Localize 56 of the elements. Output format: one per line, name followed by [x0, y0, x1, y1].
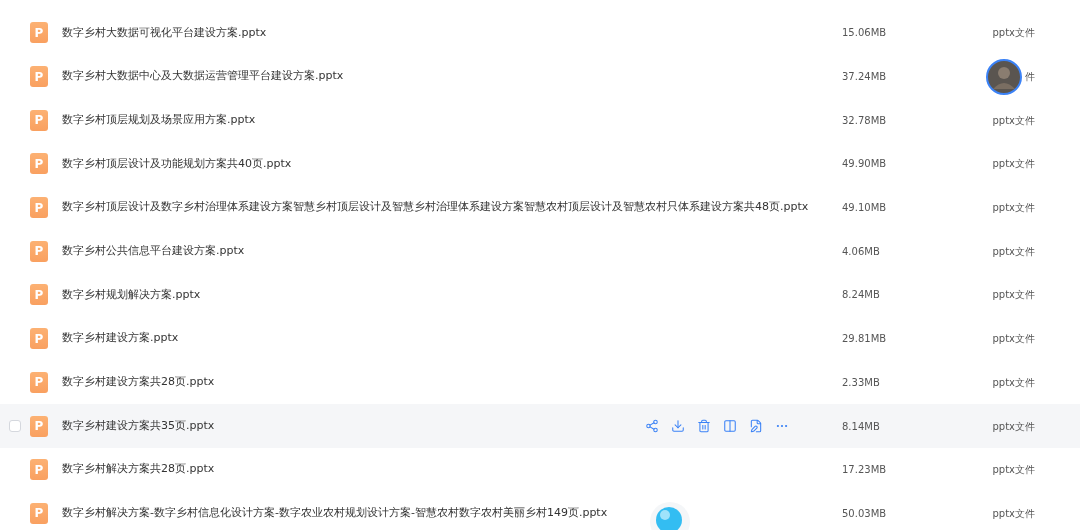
file-row-highlight[interactable]: P 数字乡村建设方案共35页.pptx 8.14MB pptx文件 [0, 404, 1080, 448]
file-name[interactable]: 数字乡村解决方案共28页.pptx [62, 461, 215, 478]
file-name[interactable]: 数字乡村顶层设计及功能规划方案共40页.pptx [62, 155, 292, 173]
file-type: pptx文件 [992, 201, 1035, 216]
file-type: pptx文件 [992, 26, 1035, 41]
pptx-file-icon: P [30, 66, 48, 88]
pptx-file-icon: P [30, 197, 48, 219]
file-name[interactable]: 数字乡村大数据中心及大数据运营管理平台建设方案.pptx [62, 68, 344, 85]
file-size: 15.06MB [842, 26, 887, 41]
pptx-file-icon: P [30, 502, 48, 524]
pptx-file-icon: P [30, 153, 48, 175]
file-size: 29.81MB [842, 332, 887, 347]
file-edit-icon[interactable] [749, 419, 763, 434]
pptx-file-icon: P [30, 328, 48, 350]
pptx-file-icon: P [30, 109, 48, 131]
file-size: 49.10MB [842, 201, 887, 216]
file-name[interactable]: 数字乡村建设方案.pptx [62, 330, 179, 347]
file-size: 37.24MB [842, 70, 887, 85]
pptx-file-icon: P [30, 22, 48, 44]
download-icon[interactable] [671, 419, 685, 434]
pptx-file-icon: P [30, 371, 48, 393]
file-size: 32.78MB [842, 113, 887, 128]
file-name[interactable]: 数字乡村顶层规划及场景应用方案.pptx [62, 111, 256, 129]
file-size: 49.90MB [842, 157, 887, 172]
file-type: pptx文件 [992, 288, 1035, 303]
pptx-file-icon: P [30, 284, 48, 306]
file-name[interactable]: 数字乡村解决方案-数字乡村信息化设计方案-数字农业农村规划设计方案-智慧农村数字农村美丽乡村149页.pptx [62, 505, 608, 522]
avatar[interactable] [986, 58, 1022, 95]
share-icon[interactable] [645, 419, 659, 434]
file-type: pptx文件 [992, 157, 1035, 172]
pptx-file-icon: P [30, 240, 48, 262]
file-name[interactable]: 数字乡村建设方案共35页.pptx [62, 417, 215, 435]
file-type: pptx文件 [992, 113, 1035, 128]
file-type: pptx文件 [992, 332, 1035, 347]
file-size: 50.03MB [842, 506, 887, 521]
file-size: 17.23MB [842, 463, 887, 478]
pptx-file-icon: P [30, 415, 48, 437]
file-type: pptx文件 [992, 419, 1035, 434]
file-size: 4.06MB [842, 244, 880, 259]
file-type: pptx文件 [992, 244, 1035, 259]
file-type: pptx文件 [992, 463, 1035, 478]
file-type: pptx文件 [992, 375, 1035, 390]
file-size: 2.33MB [842, 375, 880, 390]
row-checkbox[interactable] [9, 420, 21, 433]
file-name[interactable]: 数字乡村规划解决方案.pptx [62, 286, 201, 304]
file-type: 件 [1025, 70, 1035, 85]
file-name[interactable]: 数字乡村建设方案共28页.pptx [62, 374, 215, 391]
pptx-file-icon: P [30, 459, 48, 481]
file-name[interactable]: 数字乡村大数据可视化平台建设方案.pptx [62, 24, 267, 42]
file-size: 8.24MB [842, 288, 880, 303]
file-name[interactable]: 数字乡村公共信息平台建设方案.pptx [62, 243, 245, 260]
file-name[interactable]: 数字乡村顶层设计及数字乡村治理体系建设方案智慧乡村顶层设计及智慧乡村治理体系建设方案智慧农村顶层设计及智慧农村只体系建设方案共48页.pptx [62, 199, 809, 216]
file-type: pptx文件 [992, 506, 1035, 521]
file-size: 8.14MB [842, 419, 880, 434]
split-box-icon[interactable] [723, 419, 737, 434]
trash-icon[interactable] [697, 419, 711, 434]
